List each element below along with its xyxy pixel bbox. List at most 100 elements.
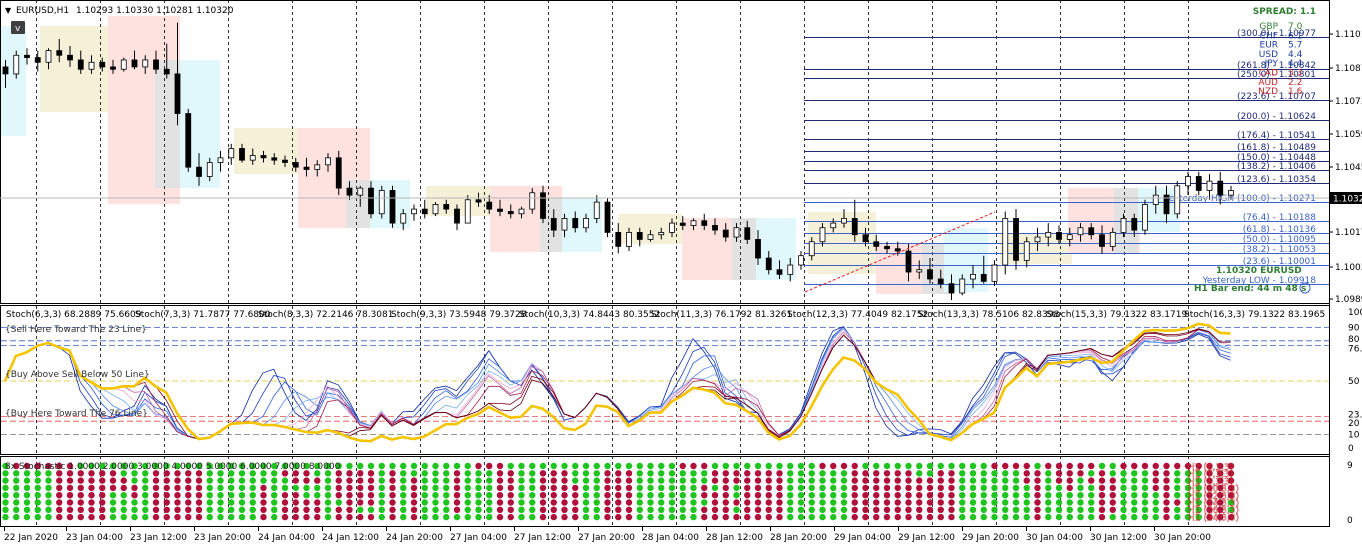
price-tick-label: 1.10870	[1335, 64, 1362, 74]
stoch-dot	[1066, 462, 1073, 470]
stoch-dot	[797, 492, 805, 499]
stoch-dot	[722, 506, 729, 513]
stoch-dot	[1163, 499, 1170, 506]
stoch-dot	[765, 513, 772, 521]
stoch-dot	[324, 513, 332, 521]
candle	[378, 185, 385, 219]
stoch-dot	[464, 492, 471, 499]
dropdown-arrow-icon[interactable]: ▼	[5, 6, 12, 15]
stoch-dot	[443, 462, 450, 470]
stoch-dot	[109, 499, 117, 506]
stoch-dot	[615, 506, 622, 513]
stoch-dot	[346, 506, 353, 513]
session-zone	[0, 26, 26, 136]
price-tick-label: 1.11010	[1335, 30, 1362, 40]
chart-canvas[interactable]: (300.0) - 1.10977(261.8) - 1.10842(250.0…	[0, 0, 1362, 547]
candle	[185, 108, 192, 172]
stoch-dot	[916, 499, 923, 506]
stoch-dot	[615, 513, 622, 521]
stoch-dot	[529, 513, 536, 521]
stoch-dot	[378, 477, 385, 484]
stoch-dot	[668, 506, 676, 513]
stoch-dot	[2, 492, 9, 499]
stoch-dot	[13, 477, 20, 484]
fib-label: (76.4) - 1.10188	[1243, 213, 1317, 223]
stoch-dot	[550, 492, 557, 499]
stoch-dot	[765, 477, 772, 484]
stoch-dot	[324, 477, 332, 484]
fib-label: (50.0) - 1.10095	[1243, 235, 1316, 245]
stoch-dot	[937, 477, 944, 484]
stoch-dot	[475, 462, 482, 470]
stoch-dot	[765, 484, 772, 492]
stoch-dot	[518, 470, 525, 477]
stoch-dot	[572, 462, 579, 470]
stoch-dot	[808, 492, 815, 499]
stoch-dot	[1141, 484, 1149, 492]
stoch-dot	[1055, 462, 1063, 470]
stoch-dot	[1055, 477, 1063, 484]
stoch-dot	[830, 506, 837, 513]
stoch-dot	[905, 477, 912, 484]
stoch-dot	[744, 470, 751, 477]
stoch-dot	[99, 484, 106, 492]
stoch-dot	[45, 484, 52, 492]
stoch-dot	[77, 513, 84, 521]
stoch-dot	[625, 462, 633, 470]
stoch-dot	[1088, 499, 1095, 506]
stoch-dot	[1045, 513, 1052, 521]
stoch-dot	[969, 506, 977, 513]
stoch-dot	[152, 506, 160, 513]
stoch-dot	[1002, 499, 1009, 506]
stoch-dot	[711, 484, 719, 492]
stoch-dot	[346, 477, 353, 484]
session-zone	[732, 218, 756, 280]
stoch-dot	[862, 499, 869, 506]
stoch-dot	[421, 484, 428, 492]
stoch-dot	[389, 484, 396, 492]
stoch-dot	[99, 513, 106, 521]
candle	[389, 185, 396, 228]
stoch-dot	[238, 499, 246, 506]
stoch-dot	[464, 470, 471, 477]
stoch-dot	[582, 492, 590, 499]
stoch-dot	[357, 462, 364, 470]
stoch-dot	[77, 499, 84, 506]
stoch-dot	[453, 462, 461, 470]
stoch-dot	[367, 492, 375, 499]
stoch-dot	[142, 499, 149, 506]
stoch-dot	[658, 506, 665, 513]
dots-row-label: H1 (24,3,3)	[1188, 513, 1239, 523]
stoch-dot	[1141, 462, 1149, 470]
stoch-dot	[410, 513, 418, 521]
stoch-dot	[206, 506, 213, 513]
stoch-dot	[539, 462, 547, 470]
stoch-dot	[937, 492, 944, 499]
stoch-dot	[1012, 462, 1020, 470]
stoch-dot	[797, 506, 805, 513]
stoch-dot	[378, 513, 385, 521]
stoch-dot	[1120, 492, 1127, 499]
stoch-dot	[604, 477, 611, 484]
stoch-dot	[389, 470, 396, 477]
stoch-dot	[711, 462, 719, 470]
stoch-dot	[679, 492, 686, 499]
stoch-dot	[1023, 506, 1030, 513]
stoch-dot	[56, 492, 63, 499]
stoch-dot	[249, 506, 256, 513]
stoch-dot	[1023, 462, 1030, 470]
stoch-dot	[2, 513, 9, 521]
stoch-dot	[1066, 492, 1073, 499]
candle	[120, 57, 127, 72]
stoch-value: Stoch(8,3,3) 72.2146 78.3081	[258, 310, 393, 320]
stoch-value: Stoch(10,3,3) 74.8443 80.3552	[519, 310, 660, 320]
stoch-dot	[120, 484, 127, 492]
stoch-dot	[389, 492, 396, 499]
stoch-dot	[679, 506, 686, 513]
stoch-dot	[346, 484, 353, 492]
stoch-dot	[131, 484, 138, 492]
stoch-dot	[335, 484, 342, 492]
stoch-dot	[894, 492, 901, 499]
stoch-dot	[668, 477, 676, 484]
stoch-dot	[711, 506, 719, 513]
